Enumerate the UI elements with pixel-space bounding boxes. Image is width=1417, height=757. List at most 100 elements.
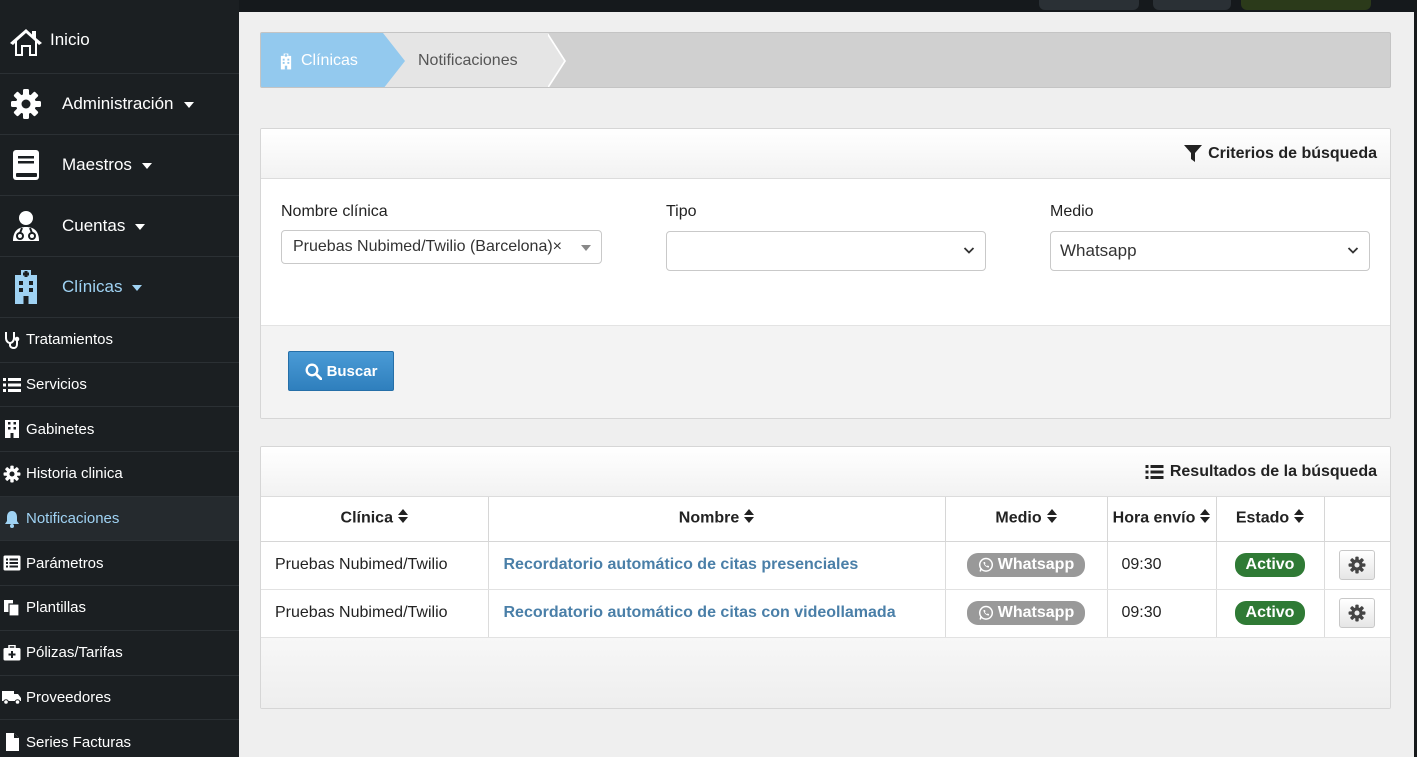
top-bar-pill[interactable] [1153,0,1231,10]
sidebar-item-label: Notificaciones [26,510,120,528]
breadcrumb-label: Notificaciones [418,52,518,69]
table-footer [261,637,1390,708]
notification-link[interactable]: Recordatorio automático de citas presenc… [504,556,859,573]
search-actions: Buscar [261,326,1390,418]
sidebar-item-label: Servicios [26,376,87,394]
sidebar-item-label: Plantillas [26,599,87,617]
column-header-nombre[interactable]: Nombre [488,497,946,542]
cell-clinica: Pruebas Nubimed/Twilio [261,541,489,590]
results-panel-title: Resultados de la búsqueda [1169,462,1377,480]
dropdown-arrow-icon [581,245,591,251]
type-select[interactable] [666,231,986,271]
stethoscope-icon [2,330,22,350]
sidebar-item-tratamientos[interactable]: Tratamientos [0,318,239,363]
chevron-down-icon [135,224,146,230]
search-filters: Nombre clínica Pruebas Nubimed/Twilio (B… [261,179,1390,326]
cell-actions [1324,541,1390,590]
home-icon [8,24,44,60]
breadcrumb-label: Clínicas [301,52,358,69]
sidebar-item-servicios[interactable]: Servicios [0,363,239,408]
row-settings-button[interactable] [1339,598,1376,628]
breadcrumb-separator [546,33,564,87]
chevron-down-icon [963,244,975,256]
sidebar-item-label: Maestros [62,155,132,174]
sidebar-item-historia-clinica[interactable]: Historia clinica [0,452,239,497]
column-header-label: Hora envío [1112,509,1196,527]
column-header-medio[interactable]: Medio [945,497,1108,542]
cell-hora: 09:30 [1107,589,1217,638]
sidebar-item-label: Administración [62,94,174,113]
top-bar-user-pill[interactable] [1039,0,1139,10]
type-label: Tipo [666,203,697,220]
sidebar-item-notificaciones[interactable]: Notificaciones [0,496,239,542]
sidebar-item-clinicas[interactable]: Clínicas [0,257,239,318]
clinic-select-value: Pruebas Nubimed/Twilio (Barcelona) [293,238,553,255]
list-icon [1145,464,1164,480]
sidebar-item-maestros[interactable]: Maestros [0,135,239,196]
medium-badge-label: Whatsapp [997,555,1075,573]
sidebar-item-label: Parámetros [26,554,104,572]
file-icon [2,732,22,752]
sidebar-item-label: Clínicas [62,277,123,296]
gear-icon [8,86,44,122]
row-settings-button[interactable] [1339,550,1376,580]
breadcrumb-item-clinicas[interactable]: Clínicas [261,33,383,87]
sidebar-item-label: Proveedores [26,688,112,706]
sidebar-item-gabinetes[interactable]: Gabinetes [0,407,239,453]
cell-actions [1324,589,1390,638]
medium-select[interactable]: Whatsapp [1050,231,1370,271]
column-header-label: Medio [995,509,1042,527]
sidebar-item-administracion[interactable]: Administración [0,74,239,135]
cell-nombre: Recordatorio automático de citas presenc… [488,541,946,590]
bell-icon [2,509,22,529]
list-alt-icon [2,553,22,573]
cell-hora: 09:30 [1107,541,1217,590]
sidebar-item-cuentas[interactable]: Cuentas [0,196,239,257]
copy-icon [2,598,22,618]
breadcrumb-separator [383,33,405,87]
sidebar-item-label: Pólizas/Tarifas [26,644,123,662]
whatsapp-icon [978,557,994,573]
search-icon [305,363,322,380]
medium-badge-label: Whatsapp [997,603,1075,621]
top-bar [239,0,1417,12]
clear-selection-icon[interactable]: × [553,238,562,256]
hospital-icon [8,269,44,305]
column-header-hora-envio[interactable]: Hora envío [1107,497,1217,542]
type-field: Tipo [666,203,986,271]
status-badge: Activo [1234,601,1306,625]
chevron-down-icon [141,163,152,169]
column-header-clinica[interactable]: Clínica [261,497,489,542]
column-header-estado[interactable]: Estado [1216,497,1325,542]
results-panel-header: Resultados de la búsqueda [261,447,1390,497]
sidebar-item-parametros[interactable]: Parámetros [0,541,239,587]
sort-icon [1200,509,1211,528]
sidebar-item-inicio[interactable]: Inicio [0,0,239,74]
chevron-down-icon [183,102,194,108]
table-header-row: Clínica Nombre Medio Hora envío Estado [261,497,1390,542]
breadcrumb-item-notificaciones[interactable]: Notificaciones [383,33,548,87]
sort-icon [1046,509,1057,528]
medium-field: Medio Whatsapp [1050,203,1370,271]
sidebar-item-polizas-tarifas[interactable]: Pólizas/Tarifas [0,631,239,676]
notification-link[interactable]: Recordatorio automático de citas con vid… [504,604,896,621]
user-doctor-icon [8,208,44,244]
sort-icon [397,509,408,528]
search-button[interactable]: Buscar [288,351,394,391]
sort-icon [744,509,755,528]
hospital-icon [279,53,293,70]
clinic-label: Nombre clínica [281,203,388,220]
sidebar-item-proveedores[interactable]: Proveedores [0,676,239,721]
sidebar-item-plantillas[interactable]: Plantillas [0,586,239,631]
sidebar-item-series-facturas[interactable]: Series Facturas [0,720,239,757]
clinic-select[interactable]: Pruebas Nubimed/Twilio (Barcelona) × [281,230,602,264]
results-panel: Resultados de la búsqueda Clínica Nombre… [260,446,1391,709]
table-row: Pruebas Nubimed/Twilio Recordatorio auto… [261,541,1390,590]
building-icon [2,419,22,439]
top-bar-status-pill[interactable] [1241,0,1371,10]
status-badge: Activo [1234,553,1306,577]
truck-icon [2,687,22,707]
sort-icon [1294,509,1305,528]
cell-medio: Whatsapp [945,541,1108,590]
filter-icon [1184,144,1203,163]
